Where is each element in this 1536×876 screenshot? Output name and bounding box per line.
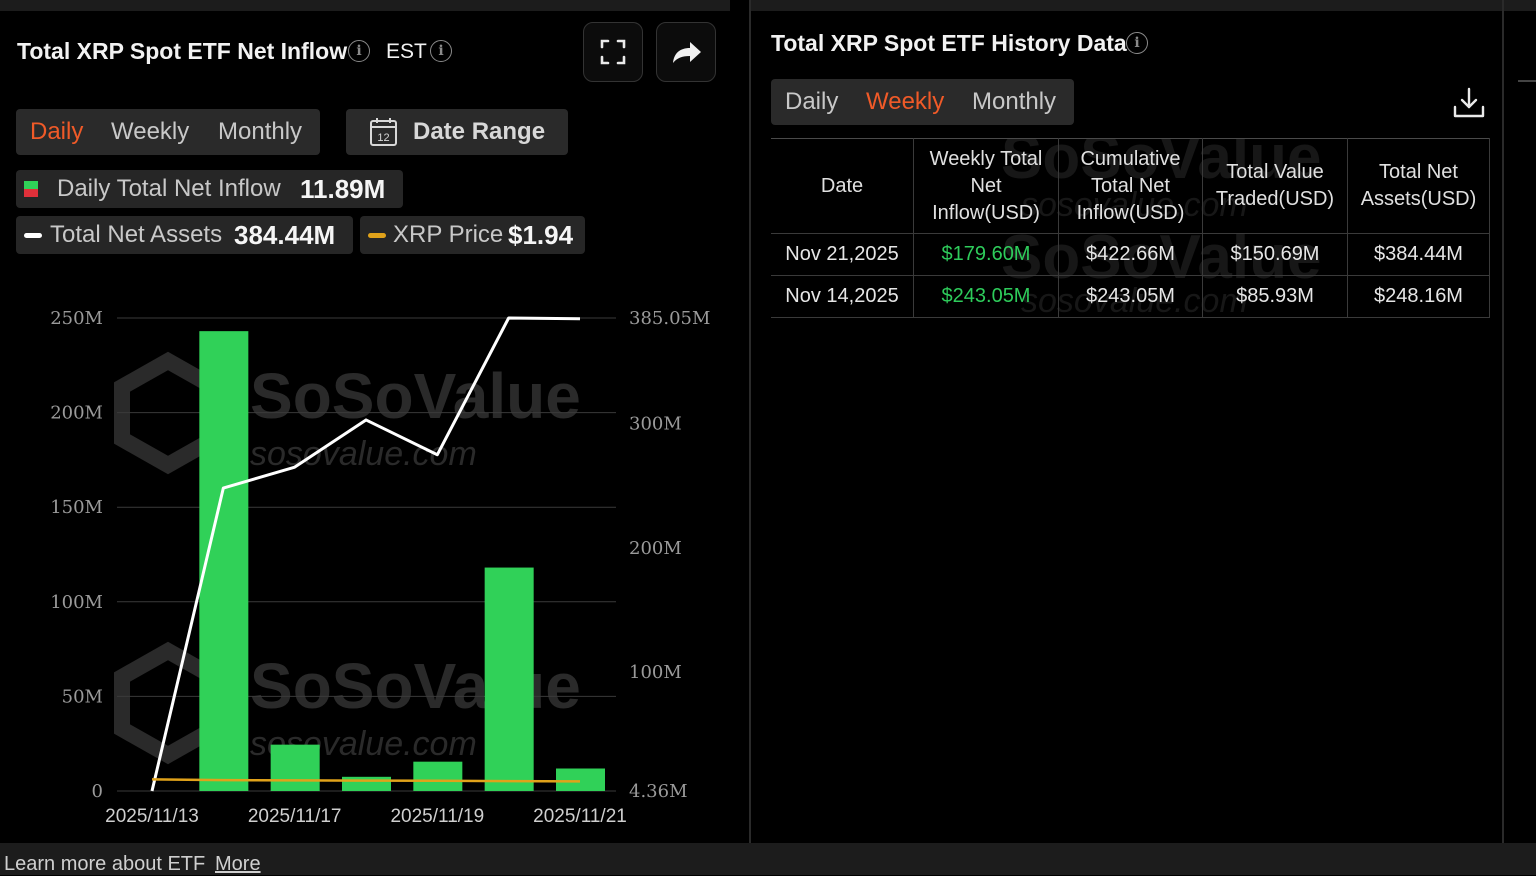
net-inflow-chart[interactable]: SoSoValuesosovalue.comSoSoValuesosovalue…	[0, 280, 740, 830]
fullscreen-icon	[600, 39, 626, 65]
legend-net-assets[interactable]: Total Net Assets 384.44M	[16, 216, 353, 254]
cell-weekly-net-inflow: $179.60M	[913, 233, 1059, 276]
history-info-icon[interactable]: i	[1126, 32, 1148, 54]
legend-inflow-label: Daily Total Net Inflow	[57, 175, 281, 202]
inflow-bar	[270, 744, 320, 791]
cell-total-net-assets: $248.16M	[1347, 275, 1490, 318]
y-left-tick-label: 200M	[50, 403, 103, 424]
cell-total-value-traded: $85.93M	[1202, 275, 1348, 318]
inflow-bar	[556, 768, 605, 791]
x-tick-label: 2025/11/19	[390, 806, 484, 827]
inflow-bar	[413, 761, 463, 791]
table-row[interactable]: Nov 21,2025 $179.60M $422.66M $150.69M $…	[771, 233, 1490, 276]
y-right-tick-label: 300M	[629, 414, 682, 435]
date-range-label: Date Range	[413, 118, 546, 145]
history-title: Total XRP Spot ETF History Data	[771, 30, 1127, 56]
col-date: Date	[771, 138, 914, 234]
col-total-value-traded: Total Value Traded(USD)	[1202, 138, 1348, 234]
scroll-marker	[1518, 80, 1536, 82]
legend-assets-label: Total Net Assets	[50, 221, 223, 248]
legend-xrp-price[interactable]: XRP Price $1.94	[360, 216, 585, 254]
y-left-tick-label: 150M	[50, 497, 103, 518]
watermark-url: sosovalue.com	[250, 435, 477, 473]
price-legend-swatch	[368, 233, 386, 238]
y-left-tick-label: 0	[92, 781, 103, 802]
cell-total-net-assets: $384.44M	[1347, 233, 1490, 276]
y-left-tick-label: 100M	[50, 592, 103, 613]
legend-price-value: $1.94	[508, 220, 574, 250]
cell-weekly-net-inflow: $243.05M	[913, 275, 1059, 318]
download-icon[interactable]	[1452, 86, 1486, 120]
history-tab-monthly[interactable]: Monthly	[972, 79, 1056, 125]
y-right-tick-label: 200M	[629, 538, 682, 559]
footer-text: Learn more about ETF	[4, 853, 206, 875]
y-left-tick-label: 250M	[50, 308, 103, 329]
tab-daily[interactable]: Daily	[30, 109, 83, 155]
y-right-tick-label: 4.36M	[629, 781, 688, 802]
inflow-bar	[342, 776, 391, 791]
cell-cumulative-net-inflow: $243.05M	[1058, 275, 1203, 318]
timezone-label: EST	[386, 40, 427, 63]
col-cumulative-net-inflow: Cumulative Total Net Inflow(USD)	[1058, 138, 1203, 234]
y-left-tick-label: 50M	[62, 686, 103, 707]
scrollbar[interactable]	[1502, 0, 1504, 843]
cell-date: Nov 14,2025	[771, 275, 914, 318]
chart-title: Total XRP Spot ETF Net Inflow	[17, 38, 348, 64]
col-weekly-net-inflow: Weekly Total Net Inflow(USD)	[913, 138, 1059, 234]
share-icon	[673, 42, 701, 63]
inflow-legend-swatch	[24, 181, 38, 197]
inflow-bar	[484, 567, 534, 791]
col-total-net-assets: Total Net Assets(USD)	[1347, 138, 1490, 234]
legend-inflow-value: 11.89M	[300, 174, 386, 204]
cell-cumulative-net-inflow: $422.66M	[1058, 233, 1203, 276]
y-right-tick-label: 385.05M	[629, 308, 710, 329]
footer-more-link[interactable]: More	[215, 853, 261, 876]
date-range-button[interactable]: 12 Date Range	[346, 109, 568, 155]
legend-assets-value: 384.44M	[234, 220, 336, 250]
tab-monthly[interactable]: Monthly	[218, 109, 302, 155]
history-tab-weekly[interactable]: Weekly	[866, 79, 944, 125]
history-tab-daily[interactable]: Daily	[785, 79, 838, 125]
legend-price-label: XRP Price	[393, 221, 504, 248]
legend-net-inflow[interactable]: Daily Total Net Inflow 11.89M	[16, 170, 403, 208]
footer: Learn more about ETF More	[0, 843, 1536, 875]
x-tick-label: 2025/11/17	[248, 806, 342, 827]
table-row[interactable]: Nov 14,2025 $243.05M $243.05M $85.93M $2…	[771, 275, 1490, 318]
cell-date: Nov 21,2025	[771, 233, 914, 276]
assets-legend-swatch	[24, 233, 42, 238]
cell-total-value-traded: $150.69M	[1202, 233, 1348, 276]
top-strip	[0, 0, 1536, 11]
table-header-row: Date Weekly Total Net Inflow(USD) Cumula…	[771, 138, 1490, 234]
history-table: SoSoValue sosovalue.com SoSoValue sosova…	[771, 138, 1490, 318]
period-tabs: Daily Weekly Monthly	[16, 109, 320, 155]
info-icon[interactable]: i	[348, 40, 370, 62]
timezone-info-icon[interactable]: i	[430, 40, 452, 62]
share-button[interactable]	[656, 22, 716, 82]
svg-text:12: 12	[377, 132, 389, 144]
y-right-tick-label: 100M	[629, 662, 682, 683]
panel-divider	[749, 0, 751, 843]
watermark-brand: SoSoValue	[250, 360, 581, 432]
calendar-icon: 12	[370, 118, 397, 146]
x-tick-label: 2025/11/13	[105, 806, 199, 827]
x-tick-label: 2025/11/21	[533, 806, 627, 827]
tab-weekly[interactable]: Weekly	[111, 109, 189, 155]
fullscreen-button[interactable]	[583, 22, 643, 82]
history-period-tabs: Daily Weekly Monthly	[771, 79, 1074, 125]
